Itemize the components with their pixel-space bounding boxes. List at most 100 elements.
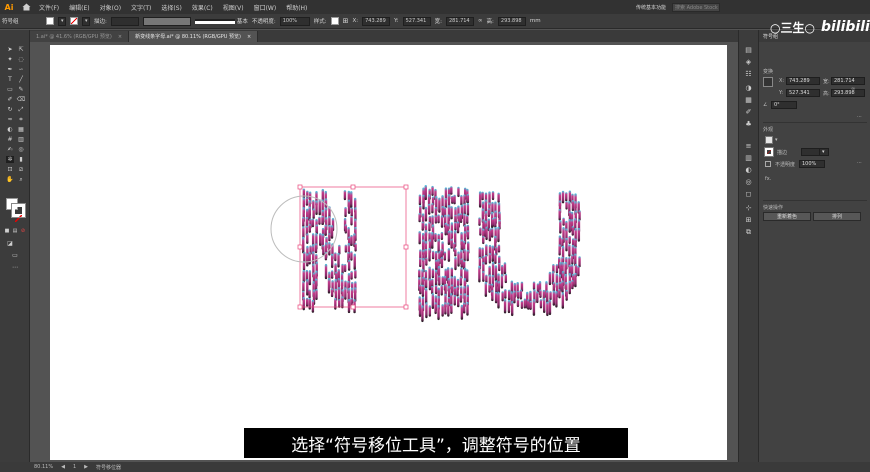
more-options-icon[interactable]: ⋯: [857, 114, 862, 120]
warp-tool-icon[interactable]: ≈: [6, 116, 14, 123]
color-icon[interactable]: ◑: [744, 84, 753, 92]
libraries-icon[interactable]: ☷: [744, 70, 753, 78]
gradient-tool-icon[interactable]: ▥: [17, 136, 25, 143]
x-field[interactable]: 743.289: [362, 16, 391, 26]
rectangle-tool-icon[interactable]: ▭: [6, 86, 14, 93]
eraser-icon[interactable]: ⌫: [17, 96, 25, 103]
constrain-link-icon[interactable]: ∞: [478, 18, 483, 24]
stroke-dropdown[interactable]: ▾: [82, 16, 90, 26]
free-transform-icon[interactable]: ⌗: [17, 116, 25, 123]
menu-edit[interactable]: 编辑(E): [64, 3, 94, 12]
zoom-level[interactable]: 80.11%: [34, 464, 53, 470]
panel-x-field[interactable]: 743.289: [786, 77, 820, 85]
appearance-fill-swatch[interactable]: [765, 136, 773, 144]
gradient-panel-icon[interactable]: ▥: [744, 154, 753, 162]
menu-file[interactable]: 文件(F): [34, 3, 64, 12]
artboard-tool-icon[interactable]: ⊡: [6, 166, 14, 173]
arrange-button[interactable]: 排列: [813, 212, 861, 221]
fx-button[interactable]: fx.: [765, 176, 771, 182]
menu-type[interactable]: 文字(T): [126, 3, 156, 12]
reference-point-icon[interactable]: [763, 77, 773, 87]
appearance-stroke-swatch[interactable]: [764, 147, 774, 157]
lasso-icon[interactable]: ◌: [17, 56, 25, 63]
paintbrush-icon[interactable]: ✎: [17, 86, 25, 93]
appearance-opacity-field[interactable]: 100%: [799, 160, 825, 168]
artboard-nav-prev-icon[interactable]: ◀: [61, 464, 65, 470]
artboard-nav-next-icon[interactable]: ▶: [84, 464, 88, 470]
close-icon[interactable]: ×: [118, 34, 122, 40]
shape-builder-icon[interactable]: ◐: [6, 126, 14, 133]
brushes-icon[interactable]: ✐: [744, 108, 753, 116]
perspective-grid-icon[interactable]: ▦: [17, 126, 25, 133]
fill-stroke-widget[interactable]: [6, 198, 26, 223]
zoom-tool-icon[interactable]: ⌕: [17, 176, 25, 183]
graphic-styles-icon[interactable]: ◻: [744, 190, 753, 198]
letter-u-symbols[interactable]: [478, 190, 581, 317]
properties-icon[interactable]: ▤: [744, 46, 753, 54]
stroke-weight-field[interactable]: [110, 16, 139, 26]
symbol-shifter-tool-icon[interactable]: ✲: [6, 156, 14, 163]
variable-width-field[interactable]: [142, 16, 191, 26]
magic-wand-icon[interactable]: ✦: [6, 56, 14, 63]
workspace-switcher[interactable]: 传统基本功能: [636, 4, 666, 11]
layers-icon[interactable]: ◈: [744, 58, 753, 66]
rotate-tool-icon[interactable]: ↻: [6, 106, 14, 113]
column-graph-icon[interactable]: ▮: [17, 156, 25, 163]
tab-document-1[interactable]: 1.ai* @ 41.6% (RGB/GPU 预览) ×: [30, 31, 130, 42]
angle-field[interactable]: 0°: [771, 101, 797, 109]
close-icon[interactable]: ×: [247, 34, 251, 40]
none-mode-icon[interactable]: ⊘: [19, 227, 27, 234]
menu-view[interactable]: 视图(V): [218, 3, 249, 12]
constrain-link-icon[interactable]: ∞: [851, 86, 855, 92]
tab-document-2[interactable]: 新变线条字母.ai* @ 80.11% (RGB/GPU 预览) ×: [129, 31, 259, 42]
scale-tool-icon[interactable]: ⤢: [17, 106, 25, 113]
opacity-field[interactable]: 100%: [279, 16, 310, 26]
stroke-swatch[interactable]: [70, 17, 78, 25]
y-field[interactable]: 527.341: [402, 16, 431, 26]
blend-tool-icon[interactable]: ◎: [17, 146, 25, 153]
home-icon[interactable]: [18, 0, 34, 14]
mesh-tool-icon[interactable]: #: [6, 136, 14, 143]
fill-dropdown[interactable]: ▾: [58, 16, 66, 26]
selection-tool-icon[interactable]: ➤: [6, 46, 14, 53]
menu-help[interactable]: 帮助(H): [281, 3, 312, 12]
pen-tool-icon[interactable]: ✒: [6, 66, 14, 73]
fill-swatch[interactable]: [46, 17, 54, 25]
menu-object[interactable]: 对象(O): [95, 3, 126, 12]
type-tool-icon[interactable]: T: [6, 76, 14, 83]
width-field[interactable]: 281.714: [445, 16, 474, 26]
stroke-panel-icon[interactable]: ≡: [744, 142, 753, 150]
symbols-icon[interactable]: ♣: [744, 120, 753, 128]
eyedropper-icon[interactable]: ✍: [6, 146, 14, 153]
panel-w-field[interactable]: 281.714: [831, 77, 865, 85]
transform-panel-icon[interactable]: ⊹: [744, 204, 753, 212]
artboard[interactable]: [50, 45, 727, 460]
pathfinder-icon[interactable]: ⧉: [744, 228, 753, 236]
menu-effect[interactable]: 效果(C): [187, 3, 218, 12]
panel-h-field[interactable]: 293.898: [831, 89, 865, 97]
line-tool-icon[interactable]: ╱: [17, 76, 25, 83]
align-panel-icon[interactable]: ⊞: [744, 216, 753, 224]
direct-selection-tool-icon[interactable]: ⇱: [17, 46, 25, 53]
recolor-button[interactable]: 重新着色: [763, 212, 811, 221]
shaper-tool-icon[interactable]: ✐: [6, 96, 14, 103]
panel-y-field[interactable]: 527.341: [786, 89, 820, 97]
stroke-swatch[interactable]: [11, 203, 26, 223]
letter-i-symbols[interactable]: [418, 185, 470, 323]
gradient-mode-icon[interactable]: ▤: [11, 227, 19, 234]
more-tools-icon[interactable]: ⋯: [11, 264, 19, 271]
color-mode-icon[interactable]: ■: [3, 227, 11, 234]
draw-mode-icon[interactable]: ◪: [6, 240, 14, 247]
swatches-icon[interactable]: ▦: [744, 96, 753, 104]
slice-tool-icon[interactable]: ⧄: [17, 166, 25, 173]
screen-mode-icon[interactable]: ▭: [11, 252, 19, 259]
appearance-icon[interactable]: ◎: [744, 178, 753, 186]
opacity-checkbox[interactable]: [765, 161, 771, 167]
align-icon[interactable]: ⊞: [343, 17, 349, 25]
stock-search-input[interactable]: 搜索 Adobe Stock: [672, 2, 720, 12]
hand-tool-icon[interactable]: ✋: [6, 176, 14, 183]
graphic-style-swatch[interactable]: [330, 17, 339, 25]
artboard-number[interactable]: 1: [73, 464, 76, 470]
menu-window[interactable]: 窗口(W): [249, 3, 282, 12]
curvature-tool-icon[interactable]: ∽: [17, 66, 25, 73]
